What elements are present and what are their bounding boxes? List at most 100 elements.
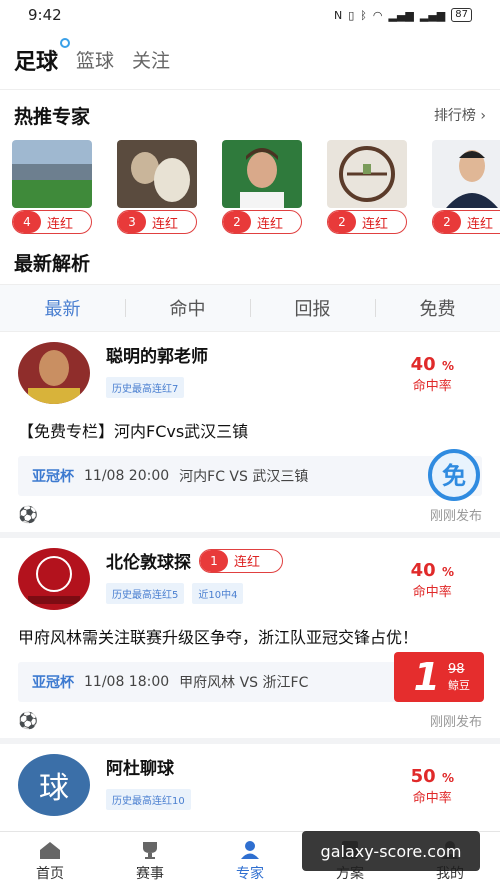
nav-home[interactable]: 首页	[0, 832, 100, 889]
post-card[interactable]: 球 阿杜聊球 历史最高连红10 50 % 命中率	[0, 744, 500, 816]
hit-rate-label: 命中率	[412, 791, 452, 806]
latest-header: 最新解析	[0, 240, 500, 284]
tab-football[interactable]: 足球	[14, 37, 71, 76]
price-badge[interactable]: 1 98 鲸豆	[394, 652, 484, 702]
expert-photo-people	[117, 140, 197, 208]
trophy-icon	[137, 839, 163, 861]
streak-badge: 4 连红	[12, 210, 92, 234]
streak-count: 2	[223, 211, 251, 233]
home-icon	[37, 839, 63, 861]
tab-basketball[interactable]: 篮球	[76, 46, 114, 73]
hit-rate-label: 命中率	[412, 379, 452, 394]
hit-rate-unit: %	[441, 359, 454, 373]
expert-card[interactable]: 2 连红	[432, 140, 500, 240]
streak-label: 连红	[234, 555, 261, 570]
streak-count: 2	[433, 211, 461, 233]
vibrate-icon: ▯	[348, 8, 355, 22]
author-name[interactable]: 聪明的郭老师	[106, 342, 208, 367]
streak-badge: 2 连红	[327, 210, 407, 234]
streak-label: 连红	[257, 216, 284, 232]
free-badge-text: 免	[442, 462, 466, 490]
post-title[interactable]: 甲府风林需关注联赛升级区争夺，浙江队亚冠交锋占优！	[18, 626, 482, 650]
expert-photo-man	[432, 140, 500, 208]
ranking-link[interactable]: 排行榜 ›	[434, 105, 486, 125]
streak-count: 4	[13, 211, 41, 233]
expert-photo-player	[222, 140, 302, 208]
status-bar: 9:42 N ▯ ᛒ ◠ ▂▄▆ ▂▄▆ 87	[0, 0, 500, 30]
history-tag: 历史最高连红5	[106, 583, 185, 604]
tab-return[interactable]: 回报	[250, 295, 375, 321]
nav-events-label: 赛事	[136, 865, 164, 882]
tab-follow[interactable]: 关注	[132, 46, 170, 73]
hit-rate: 40 % 命中率	[411, 354, 454, 394]
match-info[interactable]: 亚冠杯 11/08 20:00 河内FC VS 武汉三镇 免	[18, 449, 482, 501]
post-card[interactable]: 聪明的郭老师 历史最高连红7 40 % 命中率 【免费专栏】河内FCvs武汉三镇…	[0, 332, 500, 538]
hit-rate-value: 50	[410, 766, 436, 787]
price-value: 1	[413, 655, 440, 699]
analysis-tabs: 最新 命中 回报 免费	[0, 284, 500, 332]
recent-tag: 近10中4	[192, 583, 244, 604]
bluetooth-icon: ᛒ	[360, 8, 367, 22]
posted-time: 刚刚发布	[429, 714, 482, 730]
tab-free[interactable]: 免费	[375, 295, 500, 321]
signal-icon-2: ▂▄▆	[419, 8, 446, 22]
author-name[interactable]: 北伦敦球探	[106, 548, 191, 573]
tab-hit[interactable]: 命中	[125, 295, 250, 321]
battery-icon: 87	[451, 8, 472, 22]
expert-card[interactable]: 4 连红	[12, 140, 92, 240]
streak-count: 1	[200, 549, 228, 572]
league-name: 亚冠杯	[32, 469, 74, 485]
status-time: 9:42	[28, 6, 62, 24]
hit-rate-unit: %	[441, 565, 454, 579]
streak-label: 连红	[362, 216, 389, 232]
nav-events[interactable]: 赛事	[100, 832, 200, 889]
streak-badge: 1 连红	[199, 548, 283, 573]
match-time: 11/08 18:00	[84, 674, 170, 690]
author-name[interactable]: 阿杜聊球	[106, 754, 174, 779]
expert-card[interactable]: 3 连红	[117, 140, 197, 240]
old-price: 98	[448, 661, 465, 677]
streak-count: 3	[118, 211, 146, 233]
match-info[interactable]: 亚冠杯 11/08 18:00 甲府风林 VS 浙江FC 1 98 鲸豆	[18, 652, 484, 702]
match-teams: 甲府风林 VS 浙江FC	[179, 675, 309, 691]
hot-experts-list: 4 连红 3 连红 2 连红 2 连红 2 连红	[0, 140, 500, 240]
hot-experts-title: 热推专家	[14, 105, 91, 128]
latest-title: 最新解析	[14, 252, 91, 275]
streak-label: 连红	[47, 216, 74, 232]
expert-photo-shelf	[327, 140, 407, 208]
avatar: 球	[18, 754, 90, 816]
watermark: galaxy-score.com	[302, 831, 480, 871]
soccer-ball-icon: ⚽	[18, 710, 38, 730]
history-tag: 历史最高连红10	[106, 789, 191, 810]
status-icons: N ▯ ᛒ ◠ ▂▄▆ ▂▄▆ 87	[334, 8, 472, 22]
history-tag: 历史最高连红7	[106, 377, 185, 398]
post-title[interactable]: 【免费专栏】河内FCvs武汉三镇	[18, 420, 482, 444]
match-teams: 河内FC VS 武汉三镇	[179, 469, 309, 485]
match-time: 11/08 20:00	[84, 468, 170, 484]
hit-rate-value: 40	[410, 560, 436, 581]
league-name: 亚冠杯	[32, 675, 74, 691]
streak-label: 连红	[152, 216, 179, 232]
nfc-icon: N	[333, 8, 343, 22]
expert-card[interactable]: 2 连红	[222, 140, 302, 240]
chevron-right-icon: ›	[480, 108, 486, 124]
streak-badge: 2 连红	[222, 210, 302, 234]
streak-badge: 3 连红	[117, 210, 197, 234]
expert-photo-stadium	[12, 140, 92, 208]
ranking-link-label: 排行榜	[433, 108, 476, 124]
streak-badge: 2 连红	[432, 210, 500, 234]
hit-rate-label: 命中率	[412, 585, 452, 600]
sport-tabs: 足球 篮球 关注	[0, 30, 500, 90]
streak-label: 连红	[467, 216, 494, 232]
avatar	[18, 342, 90, 404]
tab-latest[interactable]: 最新	[0, 295, 125, 321]
post-card[interactable]: 北伦敦球探 1 连红 历史最高连红5 近10中4 40 % 命中率 甲府风林需关注…	[0, 538, 500, 744]
posted-time: 刚刚发布	[429, 508, 482, 524]
hot-experts-header: 热推专家 排行榜 ›	[0, 90, 500, 140]
expert-card[interactable]: 2 连红	[327, 140, 407, 240]
active-dot-icon	[60, 37, 71, 48]
hit-rate-unit: %	[441, 771, 454, 785]
free-badge-icon: 免	[422, 448, 486, 502]
nav-experts[interactable]: 专家	[200, 832, 300, 889]
expert-icon	[237, 839, 263, 861]
